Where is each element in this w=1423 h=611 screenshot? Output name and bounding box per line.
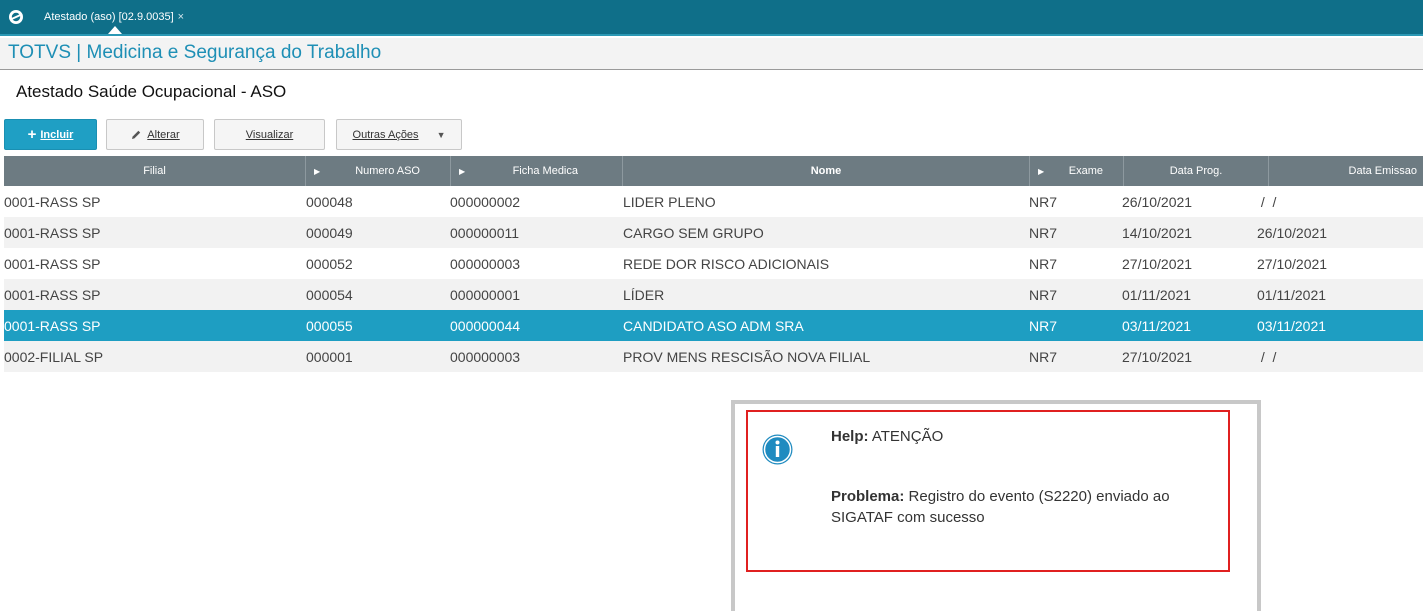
cell-exame: NR7 bbox=[1029, 255, 1058, 272]
cell-filial: 0001-RASS SP bbox=[4, 317, 101, 334]
cell-data-emissao: 01/11/2021 bbox=[1257, 286, 1327, 303]
cell-filial: 0002-FILIAL SP bbox=[4, 348, 104, 365]
help-line: Help: ATENÇÃO bbox=[831, 428, 943, 445]
pencil-icon bbox=[132, 130, 141, 139]
alterar-label: Alterar bbox=[147, 128, 180, 141]
visualizar-button[interactable]: Visualizar bbox=[214, 119, 325, 150]
active-tab-indicator bbox=[108, 26, 122, 34]
outras-acoes-label: Outras Ações bbox=[352, 128, 419, 141]
cell-nome: REDE DOR RISCO ADICIONAIS bbox=[623, 255, 830, 272]
cell-exame: NR7 bbox=[1029, 348, 1058, 365]
table-row[interactable]: 0002-FILIAL SP 000001 000000003 PROV MENS R… bbox=[4, 341, 1423, 372]
cell-data-emissao: 26/10/2021 bbox=[1257, 224, 1328, 241]
alterar-button[interactable]: Alterar bbox=[106, 119, 204, 150]
incluir-label: Incluir bbox=[40, 128, 74, 141]
cell-data-emissao: / / bbox=[1257, 193, 1277, 210]
table-row[interactable]: 0001-RASS SP 000054 000000001 LÍDER NR7 01/11… bbox=[4, 279, 1423, 310]
table-row[interactable]: 0001-RASS SP 000049 000000011 CARGO SEM GRU… bbox=[4, 217, 1423, 248]
table-row[interactable]: 0001-RASS SP 000048 000000002 LIDER PLENO NR… bbox=[4, 186, 1423, 217]
cell-exame: NR7 bbox=[1029, 317, 1058, 334]
cell-nome: CARGO SEM GRUPO bbox=[623, 224, 764, 241]
cell-ficha-medica: 000000002 bbox=[450, 193, 521, 210]
column-header-exame[interactable]: ▶ Exame bbox=[1030, 156, 1124, 186]
cell-nome: CANDIDATO ASO ADM SRA bbox=[623, 317, 804, 334]
tab-label: Atestado (aso) [02.9.0035] bbox=[44, 11, 174, 23]
cell-data-prog: 14/10/2021 bbox=[1122, 224, 1193, 241]
top-bar: Atestado (aso) [02.9.0035] × bbox=[0, 0, 1423, 36]
dropdown-arrow-icon: ▼ bbox=[436, 129, 446, 140]
totvs-logo-icon[interactable] bbox=[8, 9, 24, 25]
cell-ficha-medica: 000000011 bbox=[450, 224, 520, 241]
cell-ficha-medica: 000000044 bbox=[450, 317, 521, 334]
help-text: ATENÇÃO bbox=[871, 428, 944, 445]
cell-numero-aso: 000001 bbox=[306, 348, 353, 365]
cell-exame: NR7 bbox=[1029, 224, 1058, 241]
cell-exame: NR7 bbox=[1029, 193, 1058, 210]
cell-filial: 0001-RASS SP bbox=[4, 193, 101, 210]
module-bar: TOTVS | Medicina e Segurança do Trabalho bbox=[0, 38, 1423, 70]
help-dialog: Help: ATENÇÃO Problema: Registro do even… bbox=[731, 400, 1261, 611]
sort-arrow-icon: ▶ bbox=[1038, 166, 1045, 176]
sort-arrow-icon: ▶ bbox=[459, 166, 466, 176]
cell-ficha-medica: 000000003 bbox=[450, 348, 521, 365]
problem-line: Problema: Registro do evento (S2220) env… bbox=[831, 486, 1221, 528]
problem-label: Problema: bbox=[831, 488, 905, 505]
module-title: TOTVS | Medicina e Segurança do Trabalho bbox=[8, 42, 382, 63]
cell-filial: 0001-RASS SP bbox=[4, 255, 101, 272]
column-header-data-emissao[interactable]: Data Emissao bbox=[1269, 156, 1423, 186]
page-title: Atestado Saúde Ocupacional - ASO bbox=[16, 82, 287, 101]
cell-nome: LIDER PLENO bbox=[623, 193, 716, 210]
cell-data-emissao: 03/11/2021 bbox=[1257, 317, 1327, 334]
cell-data-emissao: 27/10/2021 bbox=[1257, 255, 1328, 272]
cell-ficha-medica: 000000003 bbox=[450, 255, 521, 272]
column-header-nome[interactable]: Nome bbox=[623, 156, 1030, 186]
cell-exame: NR7 bbox=[1029, 286, 1058, 303]
cell-nome: LÍDER bbox=[623, 286, 665, 303]
outras-acoes-button[interactable]: Outras Ações ▼ bbox=[336, 119, 462, 150]
cell-numero-aso: 000049 bbox=[306, 224, 353, 241]
cell-filial: 0001-RASS SP bbox=[4, 286, 101, 303]
help-label: Help: bbox=[831, 428, 869, 445]
cell-numero-aso: 000055 bbox=[306, 317, 353, 334]
column-header-filial[interactable]: Filial bbox=[4, 156, 306, 186]
aso-grid: Filial ▶ Numero ASO ▶ Ficha Medica Nome … bbox=[4, 156, 1423, 372]
cell-data-prog: 27/10/2021 bbox=[1122, 348, 1193, 365]
incluir-button[interactable]: + Incluir bbox=[4, 119, 97, 150]
table-row[interactable]: 0001-RASS SP 000055 000000044 CANDIDATO ASO… bbox=[4, 310, 1423, 341]
column-header-ficha-medica[interactable]: ▶ Ficha Medica bbox=[451, 156, 623, 186]
cell-numero-aso: 000048 bbox=[306, 193, 353, 210]
cell-numero-aso: 000054 bbox=[306, 286, 353, 303]
column-header-data-prog[interactable]: Data Prog. bbox=[1124, 156, 1269, 186]
grid-body: 0001-RASS SP 000048 000000002 LIDER PLENO NR… bbox=[4, 186, 1423, 372]
cell-ficha-medica: 000000001 bbox=[450, 286, 521, 303]
tab-close-icon[interactable]: × bbox=[178, 11, 184, 23]
cell-data-prog: 26/10/2021 bbox=[1122, 193, 1193, 210]
cell-numero-aso: 000052 bbox=[306, 255, 353, 272]
visualizar-label: Visualizar bbox=[245, 128, 294, 141]
sort-arrow-icon: ▶ bbox=[314, 166, 321, 176]
plus-icon: + bbox=[27, 126, 37, 143]
cell-data-prog: 01/11/2021 bbox=[1122, 286, 1192, 303]
cell-nome: PROV MENS RESCISÃO NOVA FILIAL bbox=[623, 348, 871, 365]
cell-data-prog: 27/10/2021 bbox=[1122, 255, 1193, 272]
cell-data-emissao: / / bbox=[1257, 348, 1277, 365]
table-row[interactable]: 0001-RASS SP 000052 000000003 REDE DOR RISC… bbox=[4, 248, 1423, 279]
grid-header: Filial ▶ Numero ASO ▶ Ficha Medica Nome … bbox=[4, 156, 1423, 186]
info-icon bbox=[762, 434, 793, 465]
cell-filial: 0001-RASS SP bbox=[4, 224, 101, 241]
column-header-numero-aso[interactable]: ▶ Numero ASO bbox=[306, 156, 451, 186]
cell-data-prog: 03/11/2021 bbox=[1122, 317, 1192, 334]
